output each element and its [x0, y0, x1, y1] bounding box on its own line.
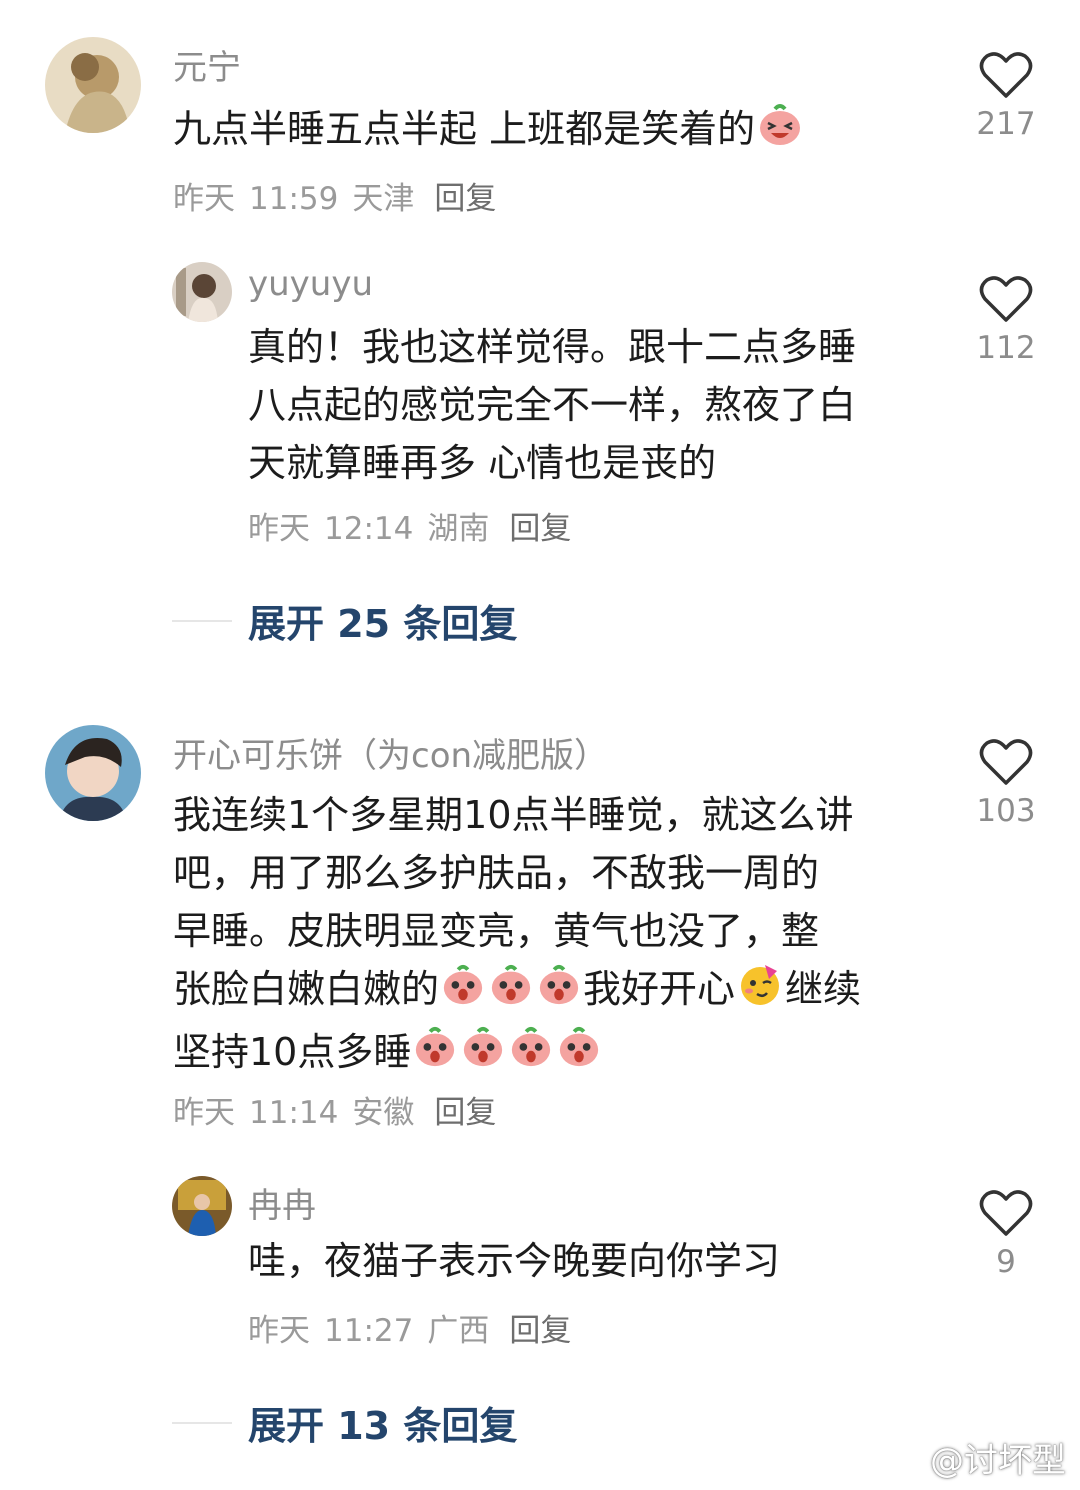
wow-peach-emoji: [441, 961, 485, 1023]
heart-icon: [979, 739, 1033, 785]
weibo-logo-icon: [890, 1444, 928, 1473]
avatar[interactable]: [45, 725, 141, 821]
like-button[interactable]: 9: [971, 1188, 1041, 1280]
expand-replies-button[interactable]: 展开 13 条回复: [172, 1395, 517, 1450]
avatar[interactable]: [172, 1176, 232, 1236]
wow-peach-emoji: [537, 961, 581, 1023]
party-face-emoji: [737, 961, 783, 1023]
comment-text: 我连续1个多星期10点半睡觉，就这么讲 吧，用了那么多护肤品，不敌我一周的 早睡…: [173, 786, 861, 1085]
like-button[interactable]: 103: [971, 737, 1041, 829]
wow-peach-emoji: [489, 961, 533, 1023]
like-count: 9: [996, 1244, 1016, 1280]
wow-peach-emoji: [461, 1023, 505, 1085]
reply-button[interactable]: 回复: [434, 1095, 496, 1131]
watermark: @讨坏型: [890, 1433, 1066, 1482]
wow-peach-emoji: [557, 1023, 601, 1085]
username[interactable]: 开心可乐饼（为con减肥版）: [173, 728, 608, 777]
wow-peach-emoji: [413, 1023, 457, 1085]
reply-meta: 昨天 11:27 广西 回复: [248, 1313, 572, 1349]
wow-peach-emoji: [509, 1023, 553, 1085]
comment-item: 开心可乐饼（为con减肥版） 我连续1个多星期10点半睡觉，就这么讲 吧，用了那…: [0, 0, 1080, 1490]
heart-icon: [979, 1190, 1033, 1236]
divider: [172, 1421, 232, 1424]
comment-meta: 昨天 11:14 安徽 回复: [173, 1095, 497, 1131]
username[interactable]: 冉冉: [248, 1178, 316, 1227]
reply-text: 哇，夜猫子表示今晚要向你学习: [248, 1239, 781, 1283]
like-count: 103: [976, 793, 1036, 829]
reply-button[interactable]: 回复: [509, 1313, 571, 1349]
